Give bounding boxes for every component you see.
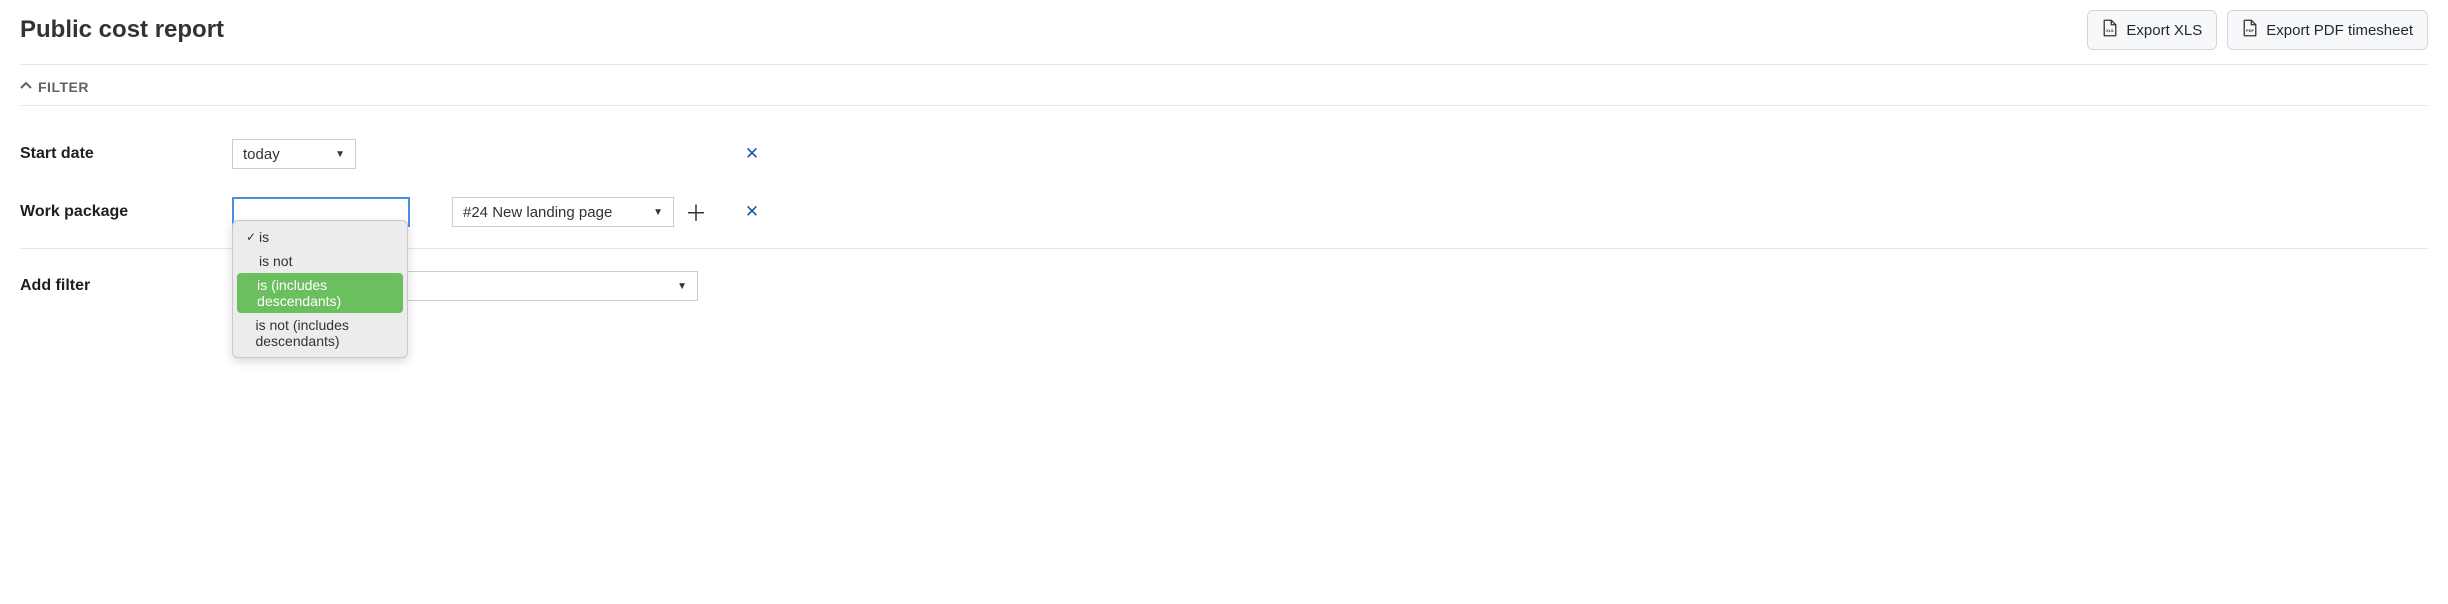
export-pdf-button[interactable]: PDF Export PDF timesheet: [2227, 10, 2428, 50]
work-package-operator-dropdown: ✓ is is not is (includes descendants) is…: [232, 220, 408, 358]
operator-option-label: is not: [259, 253, 292, 269]
start-date-operator-value: today: [243, 146, 280, 163]
filter-label-start-date: Start date: [20, 145, 232, 163]
filter-section-label: FILTER: [38, 79, 89, 95]
work-package-value-text: #24 New landing page: [463, 204, 612, 221]
file-pdf-icon: PDF: [2242, 19, 2258, 41]
filter-row-start-date: Start date today ▼ ✕: [20, 132, 2428, 176]
caret-down-icon: ▼: [335, 149, 345, 160]
svg-text:XLS: XLS: [2107, 29, 2115, 33]
operator-option-is-not-includes-descendants[interactable]: is not (includes descendants): [237, 313, 403, 353]
remove-filter-work-package[interactable]: ✕: [740, 202, 764, 222]
operator-option-is-includes-descendants[interactable]: is (includes descendants): [237, 273, 403, 313]
caret-down-icon: ▼: [653, 207, 663, 218]
operator-option-label: is (includes descendants): [257, 277, 397, 309]
file-xls-icon: XLS: [2102, 19, 2118, 41]
header-actions: XLS Export XLS PDF Export PDF timesheet: [2087, 10, 2428, 50]
remove-filter-start-date[interactable]: ✕: [740, 144, 764, 164]
add-filter-label: Add filter: [20, 277, 232, 295]
filter-body: Start date today ▼ ✕ Work package ▼ #24 …: [20, 106, 2428, 301]
export-xls-button[interactable]: XLS Export XLS: [2087, 10, 2217, 50]
operator-option-is[interactable]: ✓ is: [237, 225, 403, 249]
filter-label-work-package: Work package: [20, 203, 232, 221]
filter-row-work-package: Work package ▼ #24 New landing page ▼ ＋ …: [20, 190, 2428, 234]
caret-down-icon: ▼: [677, 281, 687, 292]
operator-option-label: is not (includes descendants): [255, 317, 397, 349]
operator-option-is-not[interactable]: is not: [237, 249, 403, 273]
operator-option-label: is: [259, 229, 269, 245]
work-package-value-select[interactable]: #24 New landing page ▼: [452, 197, 674, 227]
export-xls-label: Export XLS: [2126, 22, 2202, 39]
start-date-operator-select[interactable]: today ▼: [232, 139, 356, 169]
filter-section-toggle[interactable]: FILTER: [20, 65, 2428, 106]
svg-text:PDF: PDF: [2246, 29, 2254, 33]
work-package-row-tail: ✕: [740, 202, 764, 222]
add-value-button[interactable]: ＋: [684, 196, 708, 228]
check-icon: ✓: [243, 230, 259, 244]
start-date-row-tail: ✕: [740, 144, 764, 164]
page-header: Public cost report XLS Export XLS PDF Ex…: [20, 10, 2428, 65]
export-pdf-label: Export PDF timesheet: [2266, 22, 2413, 39]
page-title: Public cost report: [20, 16, 224, 44]
chevron-up-icon: [20, 79, 32, 95]
